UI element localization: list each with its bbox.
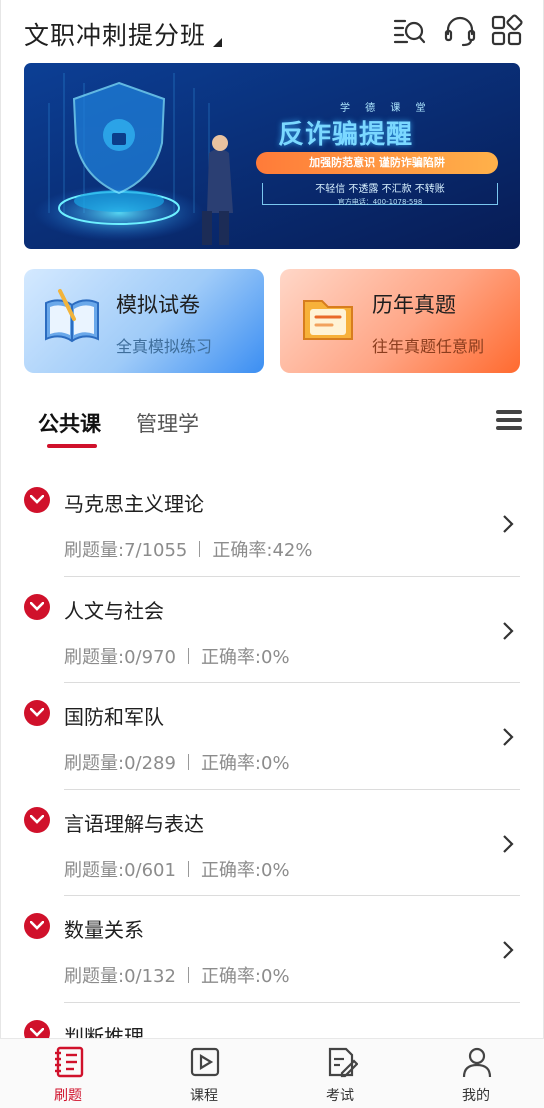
subject-stats: 刷题量:0/132 正确率:0%	[64, 962, 290, 988]
category-tabs: 公共课 管理学	[0, 400, 544, 452]
page-title[interactable]: 文职冲刺提分班	[24, 16, 206, 52]
mock-exam-title: 模拟试卷	[116, 293, 200, 317]
user-icon	[462, 1047, 492, 1078]
title-dropdown-icon[interactable]	[213, 38, 222, 47]
expand-chevron-icon[interactable]	[24, 700, 50, 726]
question-count: 刷题量:0/132	[64, 966, 176, 987]
list-item[interactable]: 数量关系 刷题量:0/132 正确率:0%	[0, 896, 544, 1003]
expand-chevron-icon[interactable]	[24, 487, 50, 513]
accuracy-rate: 正确率:0%	[200, 966, 290, 987]
chevron-right-icon[interactable]	[500, 621, 516, 641]
chevron-right-icon[interactable]	[500, 727, 516, 747]
question-count: 刷题量:0/601	[64, 859, 176, 881]
expand-chevron-icon[interactable]	[24, 593, 50, 620]
video-icon	[190, 1047, 220, 1077]
chevron-right-icon[interactable]	[500, 514, 516, 534]
question-count: 刷题量:0/289	[64, 753, 176, 774]
expand-chevron-icon[interactable]	[24, 806, 50, 833]
past-papers-title: 历年真题	[372, 293, 456, 317]
stats-divider	[187, 647, 189, 664]
nav-course[interactable]: 课程	[136, 1039, 272, 1108]
accuracy-rate: 正确率:42%	[212, 540, 313, 561]
banner-phone: 官方电话：400-1078-598	[337, 198, 423, 206]
subject-stats: 刷题量:0/289 正确率:0%	[64, 749, 290, 775]
nav-label: 课程	[190, 1088, 218, 1104]
nav-label: 刷题	[54, 1088, 82, 1104]
nav-label: 我的	[462, 1088, 490, 1104]
subject-name: 马克思主义理论	[64, 492, 204, 516]
banner-pill: 加强防范意识 谨防诈骗陷阱	[256, 152, 498, 174]
mock-exam-card[interactable]: 模拟试卷 全真模拟练习	[24, 269, 264, 373]
chevron-right-icon[interactable]	[500, 940, 516, 960]
chevron-right-icon[interactable]	[500, 834, 516, 854]
active-tab-indicator	[47, 444, 97, 448]
past-papers-card[interactable]: 历年真题 往年真题任意刷	[280, 269, 520, 373]
headset-icon[interactable]	[443, 14, 477, 48]
stats-divider	[187, 860, 189, 877]
nav-exam[interactable]: 考试	[272, 1039, 408, 1108]
tab-public-course[interactable]: 公共课	[38, 408, 101, 438]
subject-stats: 刷题量:0/970 正确率:0%	[64, 643, 290, 669]
list-item[interactable]: 人文与社会 刷题量:0/970 正确率:0%	[0, 577, 544, 683]
banner-kicker: 学 德 课 堂	[340, 103, 432, 114]
menu-icon[interactable]	[496, 410, 522, 434]
list-item[interactable]: 马克思主义理论 刷题量:7/1055 正确率:42%	[0, 470, 544, 577]
banner-headline: 反诈骗提醒	[278, 120, 414, 150]
subject-name: 国防和军队	[64, 705, 164, 729]
accuracy-rate: 正确率:0%	[200, 753, 290, 774]
list-item[interactable]: 言语理解与表达 刷题量:0/601 正确率:0%	[0, 790, 544, 896]
accuracy-rate: 正确率:0%	[200, 646, 290, 668]
subject-name: 判断推理	[64, 1024, 144, 1039]
open-book-icon	[40, 285, 104, 349]
past-papers-subtitle: 往年真题任意刷	[372, 337, 485, 356]
list-item[interactable]: 判断推理	[0, 1003, 544, 1039]
accuracy-rate: 正确率:0%	[200, 859, 290, 881]
subject-stats: 刷题量:7/1055 正确率:42%	[64, 536, 312, 562]
stats-divider	[187, 754, 189, 770]
subject-name: 数量关系	[64, 918, 144, 942]
stats-divider	[187, 967, 189, 983]
bottom-nav: 刷题 课程 考试 我的	[0, 1038, 544, 1108]
mock-exam-subtitle: 全真模拟练习	[116, 337, 213, 356]
nav-practice[interactable]: 刷题	[0, 1039, 136, 1108]
subject-name: 言语理解与表达	[64, 811, 204, 836]
subject-list: 马克思主义理论 刷题量:7/1055 正确率:42% 人文与社会 刷题量:0/97…	[0, 470, 544, 1038]
expand-chevron-icon[interactable]	[24, 1019, 50, 1038]
subject-stats: 刷题量:0/601 正确率:0%	[64, 856, 290, 882]
anti-fraud-banner[interactable]: 学 德 课 堂 反诈骗提醒 加强防范意识 谨防诈骗陷阱 不轻信 不透露 不汇款 …	[24, 63, 520, 249]
question-count: 刷题量:0/970	[64, 646, 176, 668]
tab-management[interactable]: 管理学	[136, 408, 199, 438]
nav-mine[interactable]: 我的	[408, 1039, 544, 1108]
exam-icon	[328, 1047, 358, 1078]
stats-divider	[199, 541, 201, 557]
question-count: 刷题量:7/1055	[64, 540, 188, 561]
search-list-icon[interactable]	[392, 14, 426, 48]
header: 文职冲刺提分班	[0, 0, 544, 62]
practice-icon	[55, 1046, 84, 1078]
subject-name: 人文与社会	[64, 598, 164, 623]
list-item[interactable]: 国防和军队 刷题量:0/289 正确率:0%	[0, 683, 544, 790]
nav-label: 考试	[326, 1088, 354, 1104]
expand-chevron-icon[interactable]	[24, 913, 50, 939]
apps-grid-icon[interactable]	[490, 14, 524, 48]
folder-icon	[296, 285, 360, 349]
